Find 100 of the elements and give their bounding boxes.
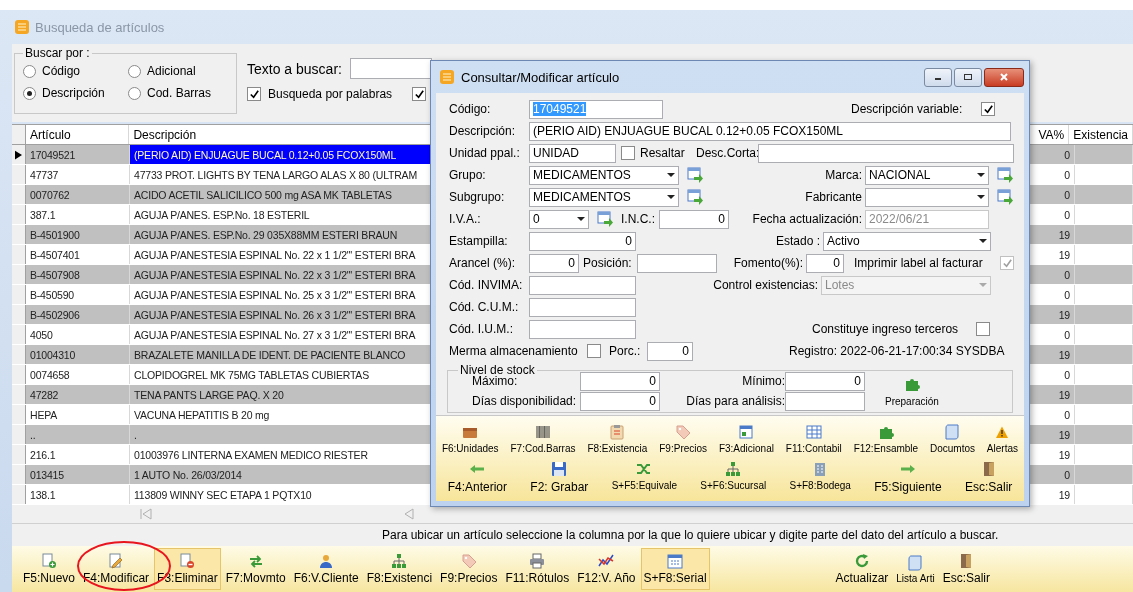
row-marker[interactable] <box>12 385 26 404</box>
group-title: Buscar por : <box>24 46 91 60</box>
field-label: I.V.A.: <box>449 212 482 226</box>
table-cell: 013415 <box>26 465 130 484</box>
checkbox[interactable] <box>587 344 601 358</box>
radio-button[interactable] <box>23 64 36 78</box>
table-cell: 47737 <box>26 165 130 184</box>
toolbar-button[interactable]: F5:Nuevo <box>20 548 79 590</box>
row-marker[interactable] <box>12 285 26 304</box>
radio-button[interactable] <box>23 86 36 100</box>
radio-option[interactable]: Descripción <box>23 86 128 100</box>
checkbox-label: Descripción variable: <box>851 102 964 116</box>
table-cell: 47282 <box>26 385 130 404</box>
close-button[interactable] <box>984 67 1024 87</box>
toolbar-button[interactable]: Actualizar <box>832 548 892 590</box>
minimize-button[interactable] <box>924 67 952 87</box>
text-field[interactable]: 0 <box>647 341 693 361</box>
radio-option[interactable]: Código <box>23 64 128 78</box>
toolbar-button[interactable]: F9:Precios <box>437 548 501 590</box>
caret-icon <box>979 239 987 243</box>
maximize-button[interactable] <box>954 67 982 87</box>
table-cell: 216.1 <box>26 445 130 464</box>
toolbar-button[interactable]: S+F8:Serial <box>640 548 710 590</box>
table-cell: 387.1 <box>26 205 130 224</box>
text-field[interactable]: (PERIO AID) ENJUAGUE BUCAL 0.12+0.05 FCOX150ML <box>529 121 1011 141</box>
dropdown[interactable]: MEDICAMENTOS <box>529 165 679 185</box>
table-cell: HEPA <box>26 405 130 424</box>
toolbar-button[interactable]: Esc:Salir <box>939 548 993 590</box>
caret-icon <box>977 173 985 177</box>
text-field[interactable]: 0 <box>529 231 636 251</box>
row-marker[interactable] <box>12 325 26 344</box>
caret-icon <box>577 217 585 221</box>
row-marker[interactable] <box>12 165 26 184</box>
toolbar-button[interactable]: F11:Rótulos <box>502 548 573 590</box>
row-marker[interactable] <box>12 185 26 204</box>
row-marker[interactable] <box>12 485 26 504</box>
checkbox[interactable] <box>412 87 427 101</box>
row-marker[interactable] <box>12 145 26 164</box>
column-header[interactable]: Existencia <box>1069 125 1133 144</box>
row-marker[interactable] <box>12 405 26 424</box>
field-label: Grupo: <box>449 168 487 182</box>
field-label: Texto a buscar: <box>247 60 342 77</box>
toolbar-button[interactable]: F6:V.Cliente <box>290 548 362 590</box>
checkbox[interactable] <box>976 322 990 336</box>
row-marker[interactable] <box>12 205 26 224</box>
checkbox[interactable] <box>981 102 995 116</box>
row-marker[interactable] <box>12 245 26 264</box>
text-field[interactable]: 0 <box>529 253 579 273</box>
checkbox[interactable] <box>621 146 635 160</box>
row-marker[interactable] <box>12 265 26 284</box>
text-field[interactable] <box>785 391 865 411</box>
row-marker[interactable] <box>12 425 26 444</box>
toolbar-button[interactable]: Lista Arti <box>893 548 938 590</box>
dropdown[interactable] <box>865 187 989 207</box>
first-page-icon[interactable] <box>140 508 152 520</box>
field-label: Fecha actualización: <box>751 212 863 226</box>
table-cell: 0070762 <box>26 185 130 204</box>
lookup-icon <box>687 167 703 183</box>
checkbox[interactable] <box>247 87 261 101</box>
dropdown[interactable]: 0 <box>529 209 589 229</box>
radio-button[interactable] <box>128 86 141 100</box>
row-marker[interactable] <box>12 445 26 464</box>
previous-page-icon[interactable] <box>402 508 414 520</box>
radio-option[interactable]: Adicional <box>128 64 228 78</box>
text-field[interactable]: UNIDAD <box>529 143 616 163</box>
search-field[interactable] <box>349 58 432 79</box>
row-marker[interactable] <box>12 345 26 364</box>
toolbar-button[interactable]: F8:Existenci <box>363 548 436 590</box>
column-header[interactable]: Artículo <box>25 125 130 144</box>
table-cell: B-4502906 <box>26 305 130 324</box>
person-icon <box>318 553 335 569</box>
text-field[interactable]: 0 <box>785 371 865 391</box>
window-title: Busqueda de artículos <box>35 19 165 35</box>
hint-text: Para ubicar un artículo seleccione la columna por la que lo quiere ubicar y digite parte del dato del artículo a buscar. <box>12 523 1133 546</box>
text-field[interactable] <box>758 143 1014 163</box>
lookup-icon <box>597 211 613 227</box>
dropdown[interactable]: MEDICAMENTOS <box>529 187 679 207</box>
row-marker[interactable] <box>12 465 26 484</box>
toolbar-button[interactable]: F7:Movmto <box>222 548 289 590</box>
row-marker[interactable] <box>12 305 26 324</box>
row-marker[interactable] <box>12 225 26 244</box>
text-field[interactable]: 0 <box>580 391 660 411</box>
radio-option[interactable]: Cod. Barras <box>128 86 228 100</box>
text-field[interactable]: 0 <box>659 209 729 229</box>
text-field[interactable] <box>529 319 636 339</box>
table-cell: 4050 <box>26 325 130 344</box>
text-field[interactable]: 0 <box>580 371 660 391</box>
text-field[interactable]: 0 <box>806 253 844 273</box>
row-marker[interactable] <box>12 365 26 384</box>
radio-label: Código <box>42 64 81 78</box>
text-field[interactable] <box>637 253 717 273</box>
dropdown[interactable]: Activo <box>823 231 991 251</box>
dropdown[interactable]: NACIONAL <box>865 165 989 185</box>
toolbar-button[interactable]: F12:V. Año <box>574 548 639 590</box>
text-field[interactable] <box>529 297 636 317</box>
text-field[interactable] <box>529 275 636 295</box>
clipboard-icon <box>609 423 626 440</box>
radio-button[interactable] <box>128 64 141 78</box>
table-cell: B-4501900 <box>26 225 130 244</box>
field-label: Código: <box>449 102 492 116</box>
